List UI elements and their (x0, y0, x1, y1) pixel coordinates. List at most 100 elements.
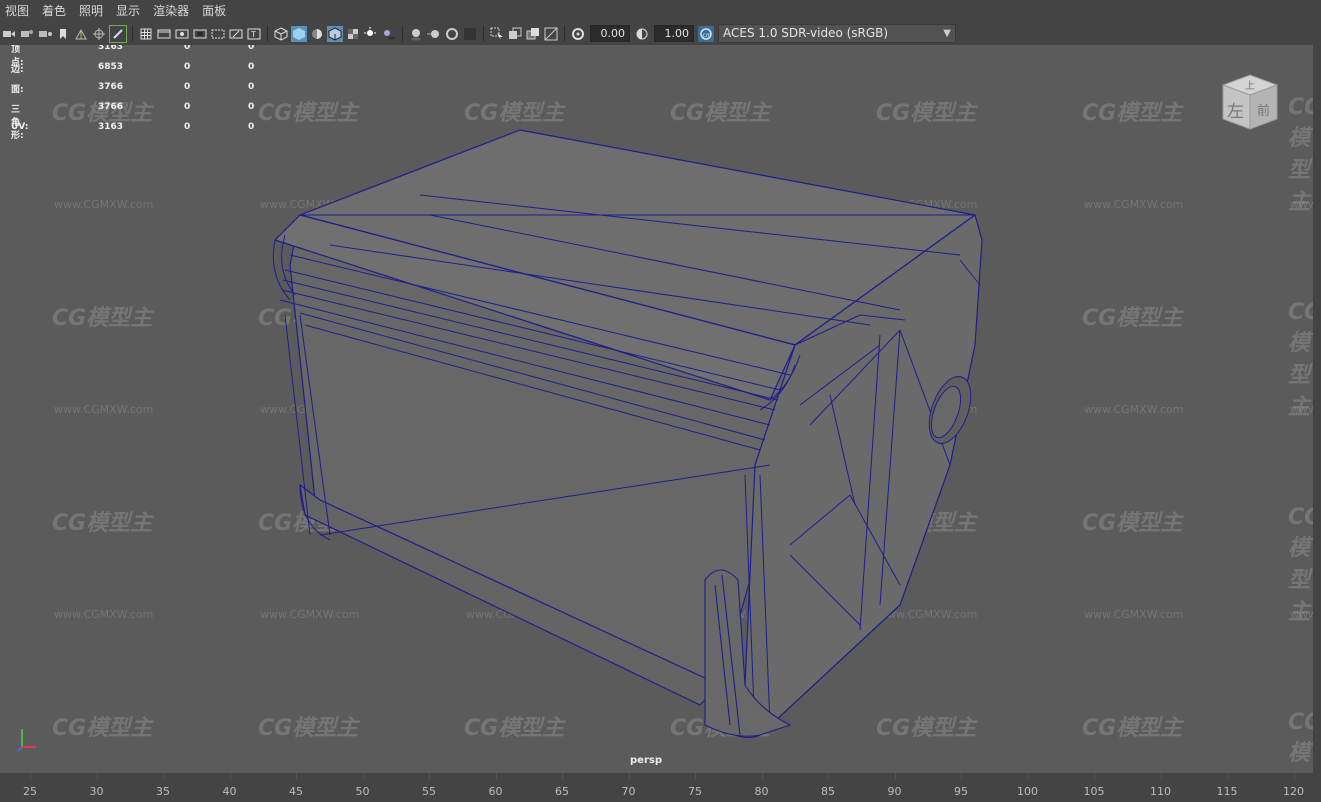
default-material-icon[interactable] (309, 26, 325, 42)
menu-shading[interactable]: 着色 (37, 0, 74, 22)
hud-value: 6853 (98, 62, 124, 72)
hud-value: 3163 (98, 122, 124, 132)
gate-mask-icon[interactable] (192, 26, 208, 42)
timeline-tick-label: 100 (1017, 785, 1038, 798)
wireframe-icon[interactable] (273, 26, 289, 42)
hud-label: UV: (11, 122, 29, 132)
timeline-tick-label: 25 (23, 785, 37, 798)
toolbar-separator (483, 25, 484, 42)
field-chart-icon[interactable] (210, 26, 226, 42)
time-slider[interactable]: 25 30 35 40 45 50 55 60 65 70 75 80 85 90 95 100 105 110 1… (0, 773, 1321, 802)
xray-components-icon[interactable] (543, 26, 559, 42)
chevron-down-icon: ▼ (943, 28, 951, 39)
menu-renderer[interactable]: 渲染器 (148, 0, 197, 22)
timeline-tick-label: 120 (1283, 785, 1304, 798)
menu-lighting[interactable]: 照明 (74, 0, 111, 22)
view-cube-front-label: 前 (1257, 103, 1270, 119)
camera-name-label: persp (630, 755, 662, 766)
hud-value: 3163 (98, 45, 124, 52)
screen-space-ao-icon[interactable] (408, 26, 424, 42)
menu-show[interactable]: 显示 (111, 0, 148, 22)
resolution-gate-icon[interactable] (174, 26, 190, 42)
timeline-tick-mark (1094, 773, 1095, 779)
timeline-tick-label: 35 (156, 785, 170, 798)
axis-gizmo (17, 729, 36, 752)
hud-value: 0 (184, 45, 191, 52)
timeline-tick-label: 45 (289, 785, 303, 798)
grid-icon[interactable] (138, 26, 154, 42)
timeline-tick-label: 55 (422, 785, 436, 798)
timeline-tick-label: 110 (1150, 785, 1171, 798)
timeline-tick-mark (1027, 773, 1029, 779)
timeline-tick-label: 50 (355, 785, 370, 798)
exposure-icon[interactable] (570, 26, 586, 42)
timeline-tick-mark (562, 773, 563, 779)
view-cube[interactable]: 上 左 前 (1215, 67, 1285, 137)
gamma-field[interactable]: 1.00 (654, 25, 694, 42)
timeline-tick-mark (828, 773, 829, 779)
safe-title-icon[interactable]: T (246, 26, 262, 42)
pencil-tool-icon[interactable] (109, 24, 127, 43)
textured-icon[interactable] (345, 26, 361, 42)
timeline-tick-label: 105 (1083, 785, 1105, 798)
xray-joints-icon[interactable] (525, 26, 541, 42)
hud-value: 3766 (98, 102, 124, 112)
bookmark-icon[interactable] (37, 26, 53, 42)
viewport-menubar: 视图 着色 照明 显示 渲染器 面板 (0, 0, 1321, 22)
exposure-field[interactable]: 0.00 (590, 25, 630, 42)
hud-value: 0 (184, 62, 191, 72)
toolbar-separator (132, 25, 133, 42)
menu-view[interactable]: 视图 (0, 0, 37, 22)
camera-select-icon[interactable] (1, 26, 17, 42)
wireframe-on-shaded-icon[interactable] (327, 25, 343, 42)
color-management-dropdown[interactable]: ACES 1.0 SDR-video (sRGB) ▼ (718, 24, 956, 43)
menu-panels[interactable]: 面板 (197, 0, 234, 22)
shadows-icon[interactable] (381, 26, 397, 42)
view-cube-left-label: 左 (1227, 102, 1244, 122)
color-management-icon[interactable]: cm (698, 25, 714, 42)
view-cube-top-label: 上 (1245, 80, 1255, 92)
perspective-viewport[interactable]: CG模型主 www.CGMXW.com CG模型主 www.CGMXW.com CG模型… (0, 45, 1313, 773)
smooth-shade-icon[interactable] (291, 25, 307, 42)
timeline-tick-mark (695, 773, 696, 779)
timeline-tick-mark (229, 773, 231, 779)
2d-pan-zoom-icon[interactable] (73, 26, 89, 42)
timeline-tick-label: 90 (887, 785, 902, 798)
timeline-tick-mark (894, 773, 896, 779)
camera-attributes-icon[interactable] (19, 26, 35, 42)
timeline-tick-mark (96, 773, 98, 779)
motion-blur-icon[interactable] (426, 26, 442, 42)
hud-label: 面: (11, 85, 24, 95)
isolate-select-icon[interactable] (489, 26, 505, 42)
hud-value: 3766 (98, 82, 124, 92)
timeline-tick-mark (30, 773, 31, 779)
timeline-tick-label: 95 (954, 785, 968, 798)
timeline-tick-label: 115 (1216, 785, 1238, 798)
timeline-tick-label: 85 (821, 785, 835, 798)
anti-aliasing-icon[interactable] (444, 26, 460, 42)
timeline-tick-label: 30 (89, 785, 104, 798)
model-wireframe (272, 129, 983, 739)
timeline-tick-mark (163, 773, 164, 779)
film-gate-icon[interactable] (156, 26, 172, 42)
gamma-icon[interactable] (634, 26, 650, 42)
hud-value: 0 (184, 122, 191, 132)
timeline-tick-mark (362, 773, 364, 779)
timeline-tick-mark (761, 773, 763, 779)
timeline-tick-mark (628, 773, 630, 779)
timeline-tick-mark (495, 773, 497, 779)
timeline-tick-label: 60 (488, 785, 503, 798)
use-lights-icon[interactable] (363, 26, 379, 42)
image-plane-icon[interactable] (55, 26, 71, 42)
xray-icon[interactable] (507, 26, 523, 42)
timeline-tick-mark (1293, 773, 1295, 779)
timeline-tick-label: 80 (754, 785, 769, 798)
svg-text:T: T (250, 30, 256, 39)
safe-action-icon[interactable] (228, 26, 244, 42)
hud-value: 0 (248, 82, 255, 92)
depth-of-field-icon[interactable] (462, 26, 478, 42)
toolbar-separator (402, 25, 403, 42)
toolbar-separator (267, 25, 268, 42)
grease-pencil-icon[interactable] (91, 26, 107, 42)
viewport-toolbar: T 0.00 1.00 cm ACES 1.0 SDR-video (sRGB)… (0, 22, 1321, 46)
